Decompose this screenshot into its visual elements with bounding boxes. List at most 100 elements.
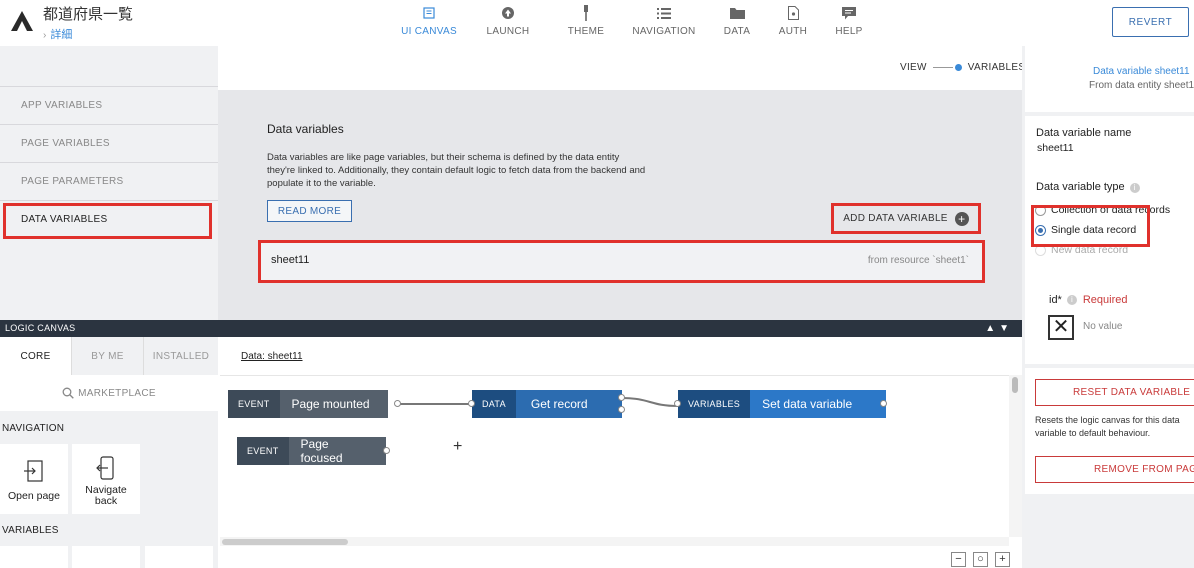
palette-tile-open-page[interactable]: Open page <box>0 444 68 514</box>
tab-data[interactable]: DATA <box>709 4 765 37</box>
panel-title: Data variables <box>267 122 344 136</box>
data-variables-panel: Data variables Data variables are like p… <box>218 90 1022 320</box>
node-title: Page focused <box>288 437 386 465</box>
input-port[interactable] <box>674 400 681 407</box>
view-variables-toggle[interactable]: VIEW VARIABLES <box>900 62 1025 73</box>
sidebar-item-page-variables[interactable]: PAGE VARIABLES <box>0 124 218 162</box>
tab-launch[interactable]: LAUNCH <box>463 4 553 37</box>
logic-canvas-title: LOGIC CANVAS <box>5 323 76 333</box>
palette-tile[interactable] <box>145 546 213 568</box>
section-variables: VARIABLES <box>2 525 59 536</box>
marketplace-link[interactable]: MARKETPLACE <box>0 375 218 411</box>
info-icon[interactable]: i <box>1129 183 1140 193</box>
vertical-scrollbar[interactable] <box>1009 375 1022 537</box>
output-port[interactable] <box>618 394 625 401</box>
tab-installed[interactable]: INSTALLED <box>144 337 218 375</box>
sidebar-item-page-parameters[interactable]: PAGE PARAMETERS <box>0 162 218 200</box>
logic-canvas-area[interactable]: EVENT Page mounted DATA Get record VARIA… <box>220 375 1009 537</box>
no-value-toggle[interactable]: ✕ <box>1048 315 1074 340</box>
collapse-expand-controls[interactable]: ▲▼ <box>985 320 1013 337</box>
reset-note: Resets the logic canvas for this data va… <box>1035 414 1194 440</box>
logic-node-page-mounted[interactable]: EVENT Page mounted <box>228 390 388 418</box>
variable-name-field[interactable]: sheet11 <box>1037 142 1074 154</box>
open-page-icon <box>24 460 43 482</box>
input-port[interactable] <box>468 400 475 407</box>
node-kind: DATA <box>472 390 516 418</box>
breadcrumb[interactable]: › 詳細 <box>43 26 72 42</box>
output-port[interactable] <box>880 400 887 407</box>
output-port[interactable] <box>618 406 625 413</box>
properties-panel: Data variable sheet11 From data entity s… <box>1022 46 1194 568</box>
variable-name-label: Data variable name <box>1036 127 1132 139</box>
node-title: Set data variable <box>750 390 887 418</box>
tile-label: Open page <box>8 490 60 502</box>
data-variable-row[interactable]: sheet11 from resource `sheet1` <box>258 240 985 283</box>
output-port[interactable] <box>383 447 390 454</box>
add-data-variable-button[interactable]: ADD DATA VARIABLE + <box>831 203 981 234</box>
id-field-label: id* i Required <box>1049 294 1128 306</box>
tab-navigation[interactable]: NAVIGATION <box>619 4 709 37</box>
logic-node-page-focused[interactable]: EVENT Page focused <box>237 437 386 465</box>
tab-theme[interactable]: THEME <box>553 4 619 37</box>
revert-button[interactable]: REVERT <box>1112 7 1189 37</box>
zoom-reset-button[interactable]: ○ <box>973 552 988 567</box>
node-kind: EVENT <box>228 390 280 418</box>
read-more-button[interactable]: READ MORE <box>267 200 352 222</box>
output-port[interactable] <box>394 400 401 407</box>
logic-node-get-record[interactable]: DATA Get record <box>472 390 622 418</box>
reset-logic-button[interactable]: RESET DATA VARIABLE LOGIC <box>1035 379 1194 406</box>
logic-canvas: Data: sheet11 EVENT Page mounted DATA Ge… <box>220 337 1022 568</box>
ui-canvas-icon <box>423 4 435 22</box>
logic-palette: CORE BY ME INSTALLED MARKETPLACE NAVIGAT… <box>0 337 218 568</box>
properties-header: Data variable sheet11 From data entity s… <box>1025 46 1194 112</box>
required-label: Required <box>1082 294 1128 306</box>
help-chat-icon <box>842 4 856 22</box>
arrow-down-icon[interactable]: ▼ <box>999 323 1013 334</box>
node-kind: EVENT <box>237 437 289 465</box>
logic-canvas-header: LOGIC CANVAS ▲▼ <box>0 320 1022 337</box>
sidebar-item-app-variables[interactable]: APP VARIABLES <box>0 86 218 124</box>
variables-sidebar: APP VARIABLES PAGE VARIABLES PAGE PARAME… <box>0 46 218 320</box>
arrow-up-icon[interactable]: ▲ <box>985 323 999 334</box>
zoom-out-button[interactable]: − <box>951 552 966 567</box>
highlight-box <box>1031 205 1150 247</box>
reset-note-text: Resets the logic canvas for this data va… <box>1035 415 1180 438</box>
folder-icon <box>729 4 745 22</box>
search-icon <box>62 387 74 399</box>
remove-from-page-button[interactable]: REMOVE FROM PAGE <box>1035 456 1194 483</box>
info-icon[interactable]: i <box>1066 295 1077 305</box>
no-value-label: No value <box>1083 321 1123 332</box>
scroll-thumb[interactable] <box>222 539 348 545</box>
app-title: 都道府県一覧 <box>43 6 134 23</box>
sidebar-item-data-variables[interactable]: DATA VARIABLES <box>0 200 218 239</box>
theme-brush-icon <box>582 4 590 22</box>
tab-core[interactable]: CORE <box>0 337 72 375</box>
tab-auth[interactable]: AUTH <box>765 4 821 37</box>
palette-tabs: CORE BY ME INSTALLED <box>0 337 218 375</box>
zoom-in-button[interactable]: + <box>995 552 1010 567</box>
toggle-label-variables: VARIABLES <box>967 62 1026 73</box>
close-x-icon: ✕ <box>1052 316 1070 338</box>
palette-tile[interactable] <box>0 546 68 568</box>
chevron-right-icon: › <box>43 30 47 41</box>
horizontal-scrollbar[interactable] <box>220 537 1009 546</box>
logic-node-set-data-variable[interactable]: VARIABLES Set data variable <box>678 390 887 418</box>
node-kind: VARIABLES <box>678 390 751 418</box>
tab-ui-canvas[interactable]: UI CANVAS <box>395 4 463 37</box>
palette-tile-navigate-back[interactable]: Navigate back <box>72 444 140 514</box>
selected-variable-source: From data entity sheet1 <box>1089 80 1194 91</box>
top-bar: 都道府県一覧 › 詳細 UI CANVAS LAUNCH THEME NAVIG… <box>0 0 1194 46</box>
marketplace-label: MARKETPLACE <box>78 387 156 399</box>
data-variable-name: sheet11 <box>271 254 310 266</box>
tab-help[interactable]: HELP <box>821 4 877 37</box>
tab-by-me[interactable]: BY ME <box>72 337 144 375</box>
palette-tile[interactable] <box>72 546 140 568</box>
add-data-variable-label: ADD DATA VARIABLE <box>843 213 948 224</box>
selected-variable-title: Data variable sheet11 <box>1093 66 1190 77</box>
navigate-back-icon <box>96 456 114 480</box>
scroll-thumb[interactable] <box>1012 377 1018 393</box>
logic-context-link[interactable]: Data: sheet11 <box>241 351 303 362</box>
app-logo-icon <box>11 11 33 31</box>
variable-type-label: Data variable type i <box>1036 181 1140 193</box>
highlight-box <box>3 203 212 239</box>
